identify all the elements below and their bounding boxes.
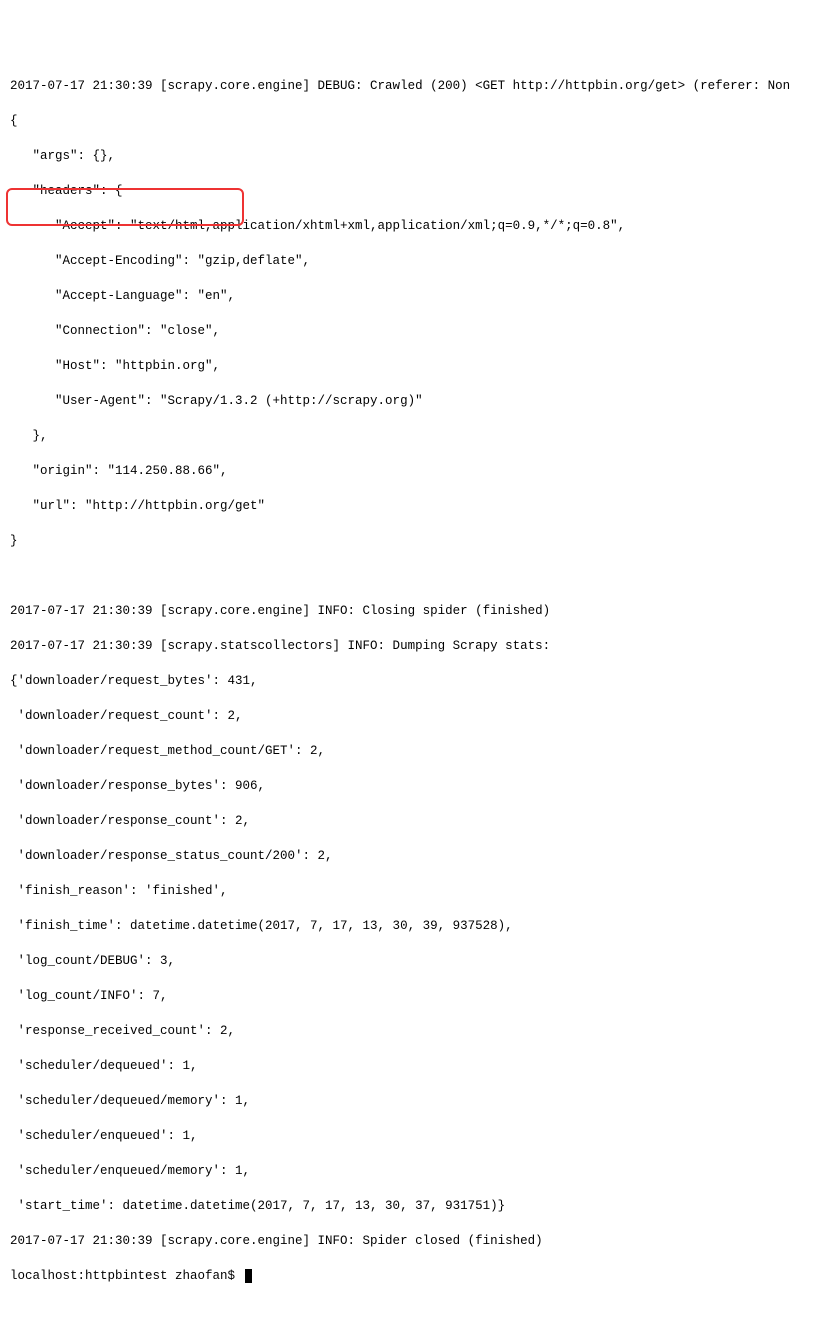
log-line: 'log_count/DEBUG': 3, (10, 954, 175, 968)
log-line: 2017-07-17 21:30:39 [scrapy.core.engine]… (10, 79, 790, 93)
log-line: 'downloader/response_status_count/200': … (10, 849, 333, 863)
log-line: "url": "http://httpbin.org/get" (10, 499, 265, 513)
log-line: 2017-07-17 21:30:39 [scrapy.core.engine]… (10, 604, 550, 618)
log-line: 'scheduler/dequeued/memory': 1, (10, 1094, 250, 1108)
log-line: "headers": { (10, 184, 123, 198)
log-line: } (10, 534, 18, 548)
log-line: 'start_time': datetime.datetime(2017, 7,… (10, 1199, 505, 1213)
log-line: "args": {}, (10, 149, 115, 163)
log-line-origin: "origin": "114.250.88.66", (10, 464, 228, 478)
log-line: 'downloader/request_method_count/GET': 2… (10, 744, 325, 758)
log-line: 'scheduler/dequeued': 1, (10, 1059, 198, 1073)
log-line: {'downloader/request_bytes': 431, (10, 674, 258, 688)
prompt-text: localhost:httpbintest zhaofan$ (10, 1269, 243, 1283)
cursor-icon (245, 1269, 252, 1283)
log-line: 'scheduler/enqueued': 1, (10, 1129, 198, 1143)
log-line: 'scheduler/enqueued/memory': 1, (10, 1164, 250, 1178)
log-line: 2017-07-17 21:30:39 [scrapy.core.engine]… (10, 1234, 543, 1248)
log-line: "Host": "httpbin.org", (10, 359, 220, 373)
shell-prompt[interactable]: localhost:httpbintest zhaofan$ (10, 1269, 252, 1283)
log-line: 'downloader/request_count': 2, (10, 709, 243, 723)
log-line: 'finish_time': datetime.datetime(2017, 7… (10, 919, 513, 933)
log-line: }, (10, 429, 48, 443)
log-line: "Accept-Language": "en", (10, 289, 235, 303)
log-line: 'downloader/response_bytes': 906, (10, 779, 265, 793)
log-line: 'log_count/INFO': 7, (10, 989, 168, 1003)
log-line: 'response_received_count': 2, (10, 1024, 235, 1038)
log-line: 'finish_reason': 'finished', (10, 884, 228, 898)
log-line: "Accept": "text/html,application/xhtml+x… (10, 219, 625, 233)
log-line: 2017-07-17 21:30:39 [scrapy.statscollect… (10, 639, 550, 653)
log-line: 'downloader/response_count': 2, (10, 814, 250, 828)
log-line: "Connection": "close", (10, 324, 220, 338)
log-line: { (10, 114, 18, 128)
log-line: "Accept-Encoding": "gzip,deflate", (10, 254, 310, 268)
log-line: "User-Agent": "Scrapy/1.3.2 (+http://scr… (10, 394, 423, 408)
